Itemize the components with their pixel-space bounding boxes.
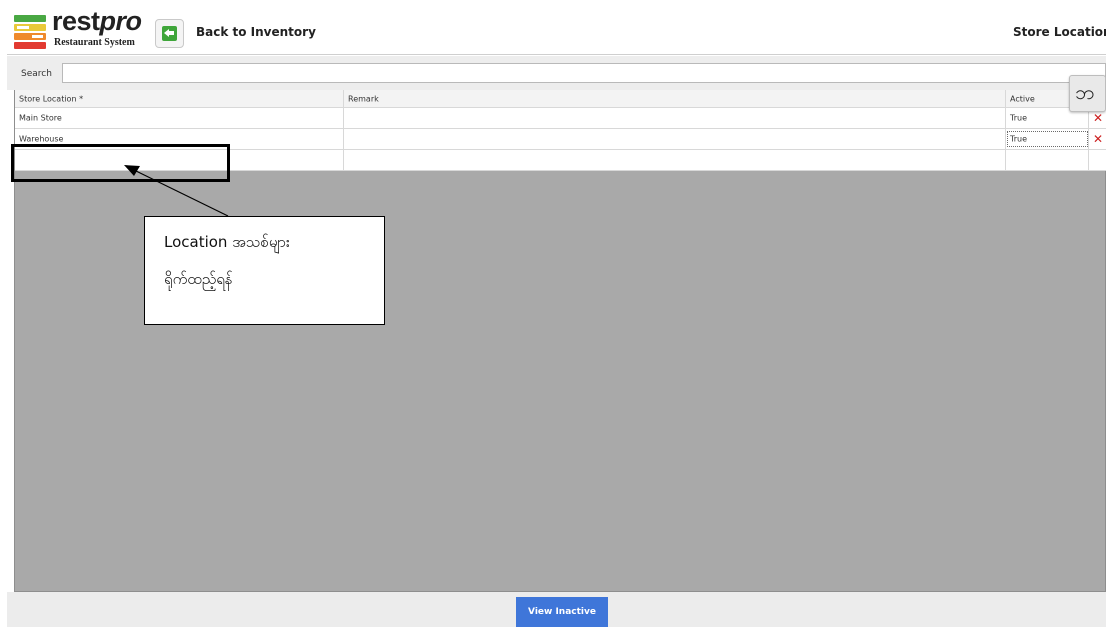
column-header-remark[interactable]: Remark: [344, 90, 1006, 107]
remark-cell[interactable]: [344, 129, 1006, 149]
new-row-delete-cell: [1089, 150, 1106, 170]
new-remark-input[interactable]: [344, 150, 1006, 170]
delete-icon: ✕: [1093, 132, 1104, 146]
logo-icon: [14, 15, 46, 49]
back-arrow-icon: [162, 26, 177, 41]
callout-line-1: Location အသစ်များ: [164, 233, 290, 251]
column-header-store-location[interactable]: Store Location *: [15, 90, 344, 107]
logo-subtitle: Restaurant System: [54, 37, 135, 48]
header-bar: restpro Restaurant System Back to Invent…: [7, 6, 1106, 55]
remark-cell[interactable]: [344, 108, 1006, 128]
annotation-callout: Location အသစ်များ ရိုက်ထည့်ရန်: [144, 216, 385, 325]
logo-wordmark: restpro: [52, 6, 142, 36]
delete-row-button[interactable]: ✕: [1089, 129, 1106, 149]
footer-bar: View Inactive: [7, 592, 1106, 627]
page-title: Store Locations: [1013, 25, 1106, 39]
grid-header-row: Store Location * Remark Active: [15, 90, 1106, 108]
table-row: Main Store True ✕: [15, 108, 1106, 129]
store-location-cell[interactable]: Main Store: [15, 108, 344, 128]
active-cell[interactable]: True: [1006, 129, 1089, 149]
back-button[interactable]: [155, 19, 184, 48]
search-input[interactable]: [62, 63, 1106, 83]
language-switch-button[interactable]: ဘ: [1069, 75, 1106, 112]
restpro-logo: restpro Restaurant System: [14, 6, 154, 52]
app-window: restpro Restaurant System Back to Invent…: [0, 0, 1106, 627]
annotation-highlight-box: [11, 144, 230, 182]
callout-line-2: ရိုက်ထည့်ရန်: [164, 270, 233, 288]
back-to-inventory-link[interactable]: Back to Inventory: [196, 25, 316, 39]
language-icon: ဘ: [1075, 80, 1095, 104]
search-label: Search: [21, 69, 52, 79]
search-bar: Search: [7, 56, 1106, 90]
delete-icon: ✕: [1093, 111, 1104, 125]
new-active-cell[interactable]: [1006, 150, 1089, 170]
view-inactive-button[interactable]: View Inactive: [516, 597, 608, 627]
